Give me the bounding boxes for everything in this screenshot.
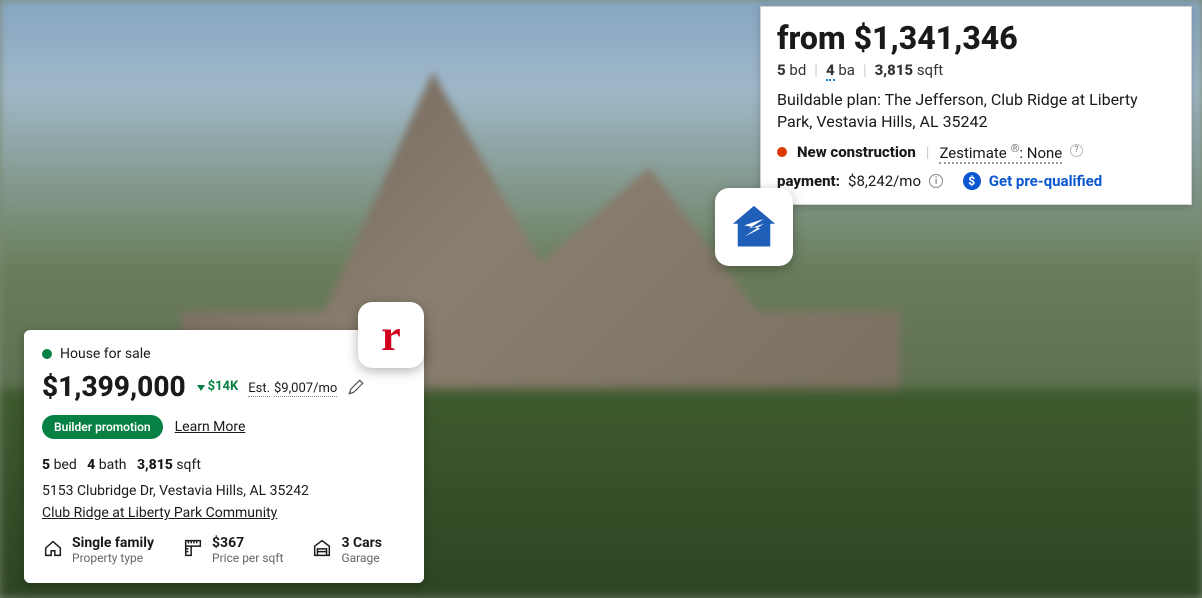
price-change: $14K bbox=[196, 379, 239, 394]
zillow-logo-icon bbox=[728, 201, 780, 253]
dollar-icon: $ bbox=[963, 172, 981, 190]
builder-promotion-badge: Builder promotion bbox=[42, 415, 163, 439]
info-icon[interactable]: i bbox=[929, 174, 943, 188]
edit-icon[interactable] bbox=[347, 378, 365, 396]
status-text: House for sale bbox=[60, 346, 151, 362]
property-meta: Single family Property type $367 Price p… bbox=[42, 535, 406, 565]
price-per-sqft: $367 Price per sqft bbox=[182, 535, 283, 565]
property-type: Single family Property type bbox=[42, 535, 154, 565]
zillow-listing-card: from $1,341,346 5 bd | 4 ba | 3,815 sqft… bbox=[760, 6, 1192, 205]
help-icon[interactable]: ? bbox=[1070, 144, 1083, 157]
zestimate[interactable]: Zestimate®: None ? bbox=[939, 142, 1083, 162]
garage-icon bbox=[311, 537, 333, 559]
bed-bath-sqft: 5 bed 4 bath 3,815 sqft bbox=[42, 457, 406, 473]
get-pre-qualified-link[interactable]: Get pre-qualified bbox=[989, 172, 1102, 190]
est-payment: Est. $9,007/mo bbox=[248, 377, 337, 396]
ruler-icon bbox=[182, 537, 204, 559]
payment-label: payment: bbox=[777, 172, 840, 190]
realtor-logo-icon: r bbox=[381, 310, 401, 361]
zillow-description: Buildable plan: The Jefferson, Club Ridg… bbox=[777, 89, 1175, 132]
zillow-logo-tile bbox=[715, 188, 793, 266]
zillow-bed-bath-sqft: 5 bd | 4 ba | 3,815 sqft bbox=[777, 61, 1175, 79]
community-link[interactable]: Club Ridge at Liberty Park Community bbox=[42, 505, 406, 521]
listing-price: $1,399,000 bbox=[42, 370, 186, 403]
listing-address: 5153 Clubridge Dr, Vestavia Hills, AL 35… bbox=[42, 483, 406, 499]
down-arrow-icon bbox=[196, 382, 206, 392]
realtor-logo-tile: r bbox=[358, 302, 424, 368]
status-dot-icon bbox=[42, 349, 52, 359]
zillow-price: from $1,341,346 bbox=[777, 19, 1175, 57]
status-dot-icon bbox=[777, 147, 787, 157]
learn-more-link[interactable]: Learn More bbox=[175, 419, 246, 435]
payment-value: $8,242/mo bbox=[848, 172, 921, 190]
house-icon bbox=[42, 537, 64, 559]
garage: 3 Cars Garage bbox=[311, 535, 381, 565]
new-construction-tag: New construction bbox=[797, 143, 916, 161]
realtor-listing-card: House for sale $1,399,000 $14K Est. $9,0… bbox=[24, 330, 424, 583]
listing-status: House for sale bbox=[42, 346, 406, 362]
